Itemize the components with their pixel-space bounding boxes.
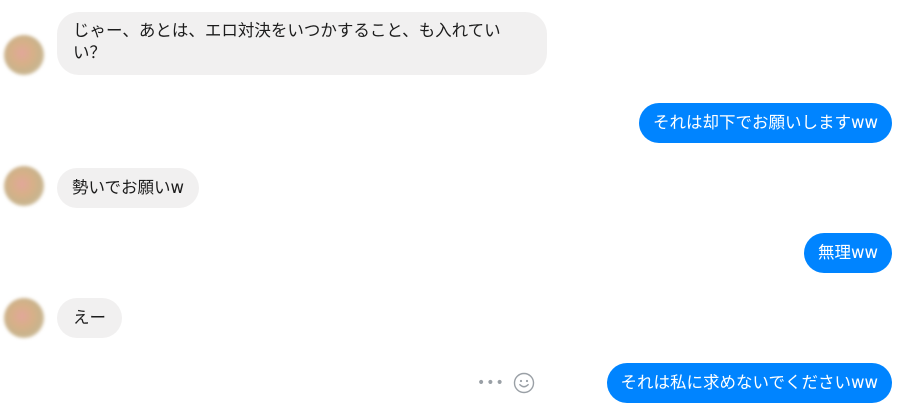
smiley-react-icon[interactable] (513, 372, 535, 394)
outgoing-message[interactable]: それは却下でお願いしますww (639, 103, 892, 143)
outgoing-message[interactable]: それは私に求めないでくださいww (606, 363, 892, 403)
outgoing-message[interactable]: 無理ww (804, 233, 892, 273)
message-actions: ••• (477, 369, 535, 397)
contact-avatar[interactable] (4, 166, 44, 206)
incoming-message[interactable]: じゃー、あとは、エロ対決をいつかすること、も入れていい？ (57, 12, 547, 75)
incoming-message[interactable]: えー (57, 298, 122, 338)
more-options-icon[interactable]: ••• (477, 375, 505, 391)
contact-avatar[interactable] (4, 298, 44, 338)
contact-avatar[interactable] (4, 35, 44, 75)
incoming-message[interactable]: 勢いでお願いw (57, 168, 199, 208)
